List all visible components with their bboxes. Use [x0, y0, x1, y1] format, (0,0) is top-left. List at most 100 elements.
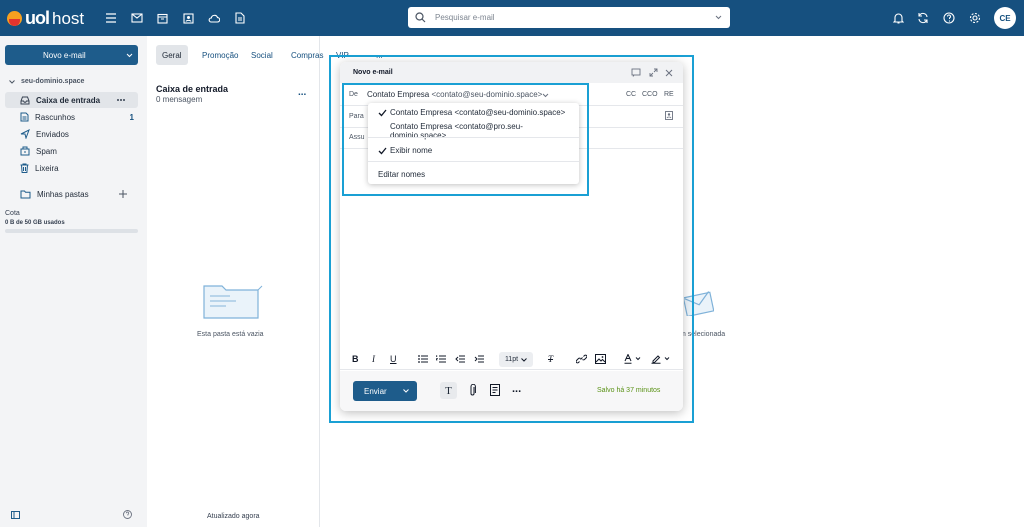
search-input[interactable]: Pesquisar e-mail — [408, 7, 730, 28]
font-size-value: 11pt — [504, 356, 519, 363]
tab-compras[interactable]: Compras — [285, 45, 329, 65]
updated-status: Atualizado agora — [207, 513, 260, 520]
edit-names-label: Editar nomes — [378, 170, 426, 179]
show-name-label: Exibir nome — [390, 146, 433, 155]
gear-icon[interactable] — [968, 11, 982, 25]
popout-icon[interactable] — [631, 68, 641, 77]
sidebar-item-drafts[interactable]: Rascunhos 1 — [5, 109, 138, 125]
help-icon[interactable] — [942, 11, 956, 25]
help-icon[interactable] — [123, 510, 132, 519]
chevron-down-icon[interactable] — [126, 53, 133, 58]
compose-footer: Enviar T ... Salvo há 37 minutos — [340, 371, 683, 411]
send-label: Enviar — [364, 387, 387, 396]
sidebar-item-sent[interactable]: Enviados — [5, 126, 138, 142]
sidebar-item-spam[interactable]: Spam — [5, 143, 138, 159]
clear-format-icon[interactable]: T — [548, 354, 553, 364]
bell-icon[interactable] — [891, 11, 905, 25]
tab-promocao[interactable]: Promoção — [196, 45, 244, 65]
send-icon — [20, 129, 30, 139]
chevron-down-icon[interactable] — [715, 15, 722, 20]
empty-folder-text: Esta pasta está vazia — [197, 331, 264, 338]
avatar[interactable]: CE — [994, 7, 1016, 29]
show-name-option[interactable]: Exibir nome — [378, 146, 432, 155]
font-size-select[interactable]: 11pt — [499, 352, 533, 367]
numbered-list-icon[interactable] — [436, 355, 446, 363]
more-options-button[interactable]: ... — [512, 383, 521, 395]
account-name[interactable]: seu-dominio.space — [21, 78, 84, 85]
cco-link[interactable]: CCO — [642, 91, 658, 98]
logo-mark-icon — [7, 11, 22, 26]
trash-icon — [20, 163, 29, 173]
sidebar-item-label: Caixa de entrada — [36, 95, 101, 105]
expand-icon[interactable] — [649, 68, 658, 77]
paperclip-icon[interactable] — [469, 384, 476, 397]
message-count: 0 mensagem — [156, 95, 203, 104]
inbox-icon — [20, 96, 30, 104]
new-email-button[interactable]: Novo e-mail — [5, 45, 138, 65]
empty-folder-icon — [203, 285, 263, 319]
sidebar-item-label: Minhas pastas — [37, 189, 89, 199]
search-placeholder: Pesquisar e-mail — [435, 13, 495, 22]
list-more-button[interactable]: ... — [298, 87, 306, 98]
tab-social[interactable]: Social — [245, 45, 279, 65]
menu-icon[interactable] — [104, 11, 118, 25]
from-dropdown-menu: Contato Empresa <contato@seu-dominio.spa… — [368, 103, 579, 184]
calendar-icon[interactable] — [155, 11, 169, 25]
logo-brand: uol — [25, 8, 50, 28]
compose-header: Novo e-mail — [340, 62, 683, 83]
divider — [368, 161, 579, 162]
outdent-icon[interactable] — [455, 355, 465, 363]
tab-geral[interactable]: Geral — [156, 45, 188, 65]
chevron-down-icon[interactable] — [403, 389, 409, 393]
check-icon — [378, 147, 387, 154]
saved-status: Salvo há 37 minutos — [597, 387, 661, 394]
from-option-label: Contato Empresa <contato@seu-dominio.spa… — [390, 108, 566, 117]
draft-count-badge: 1 — [129, 112, 134, 122]
text-color-icon[interactable] — [624, 354, 642, 364]
re-link[interactable]: RE — [664, 91, 674, 98]
chevron-down-icon — [521, 357, 527, 362]
from-option-1[interactable]: Contato Empresa <contato@seu-dominio.spa… — [378, 108, 565, 117]
italic-icon[interactable]: I — [372, 354, 375, 364]
template-icon[interactable] — [490, 384, 500, 396]
image-icon[interactable] — [595, 354, 606, 364]
link-icon[interactable] — [576, 354, 587, 364]
folder-icon — [20, 190, 31, 198]
sidebar-item-my-folders[interactable]: Minhas pastas — [5, 186, 138, 202]
more-icon[interactable] — [117, 99, 125, 101]
sidebar-toggle-icon[interactable] — [11, 511, 20, 519]
quota-usage: 0 B de 50 GB usados — [5, 220, 65, 226]
quota-label: Cota — [5, 210, 20, 217]
sidebar-item-label: Rascunhos — [35, 112, 76, 122]
sidebar-item-label: Spam — [36, 146, 57, 156]
format-text-icon[interactable]: T — [440, 382, 457, 399]
edit-names-option[interactable]: Editar nomes — [378, 170, 425, 179]
sync-icon[interactable] — [916, 11, 930, 25]
sidebar-item-inbox[interactable]: Caixa de entrada — [5, 92, 138, 108]
bullet-list-icon[interactable] — [418, 355, 428, 363]
quota-progress-bar — [5, 229, 138, 233]
underline-icon[interactable]: U — [390, 354, 397, 364]
highlight-color-icon[interactable] — [651, 354, 671, 364]
cc-link[interactable]: CC — [626, 91, 636, 98]
bold-icon[interactable]: B — [352, 354, 359, 364]
indent-icon[interactable] — [474, 355, 484, 363]
mail-icon[interactable] — [130, 11, 144, 25]
send-button[interactable]: Enviar — [353, 381, 417, 401]
check-icon — [378, 109, 387, 116]
new-email-label: Novo e-mail — [43, 51, 86, 60]
document-icon[interactable] — [233, 11, 247, 25]
address-book-icon[interactable] — [665, 111, 673, 120]
spam-icon — [20, 146, 30, 156]
cloud-icon[interactable] — [207, 11, 221, 25]
logo[interactable]: uol host — [7, 8, 84, 29]
top-bar: uol host Pesquisar e-mail CE — [0, 0, 1024, 36]
sidebar: Novo e-mail seu-dominio.space Caixa de e… — [0, 36, 147, 527]
contacts-icon[interactable] — [181, 11, 195, 25]
add-folder-icon[interactable] — [119, 190, 127, 198]
compose-title: Novo e-mail — [353, 69, 393, 76]
sidebar-item-trash[interactable]: Lixeira — [5, 160, 138, 176]
close-icon[interactable] — [665, 69, 673, 77]
collapse-account-icon[interactable] — [9, 80, 15, 84]
formatting-toolbar: B I U 11pt T — [340, 348, 683, 370]
